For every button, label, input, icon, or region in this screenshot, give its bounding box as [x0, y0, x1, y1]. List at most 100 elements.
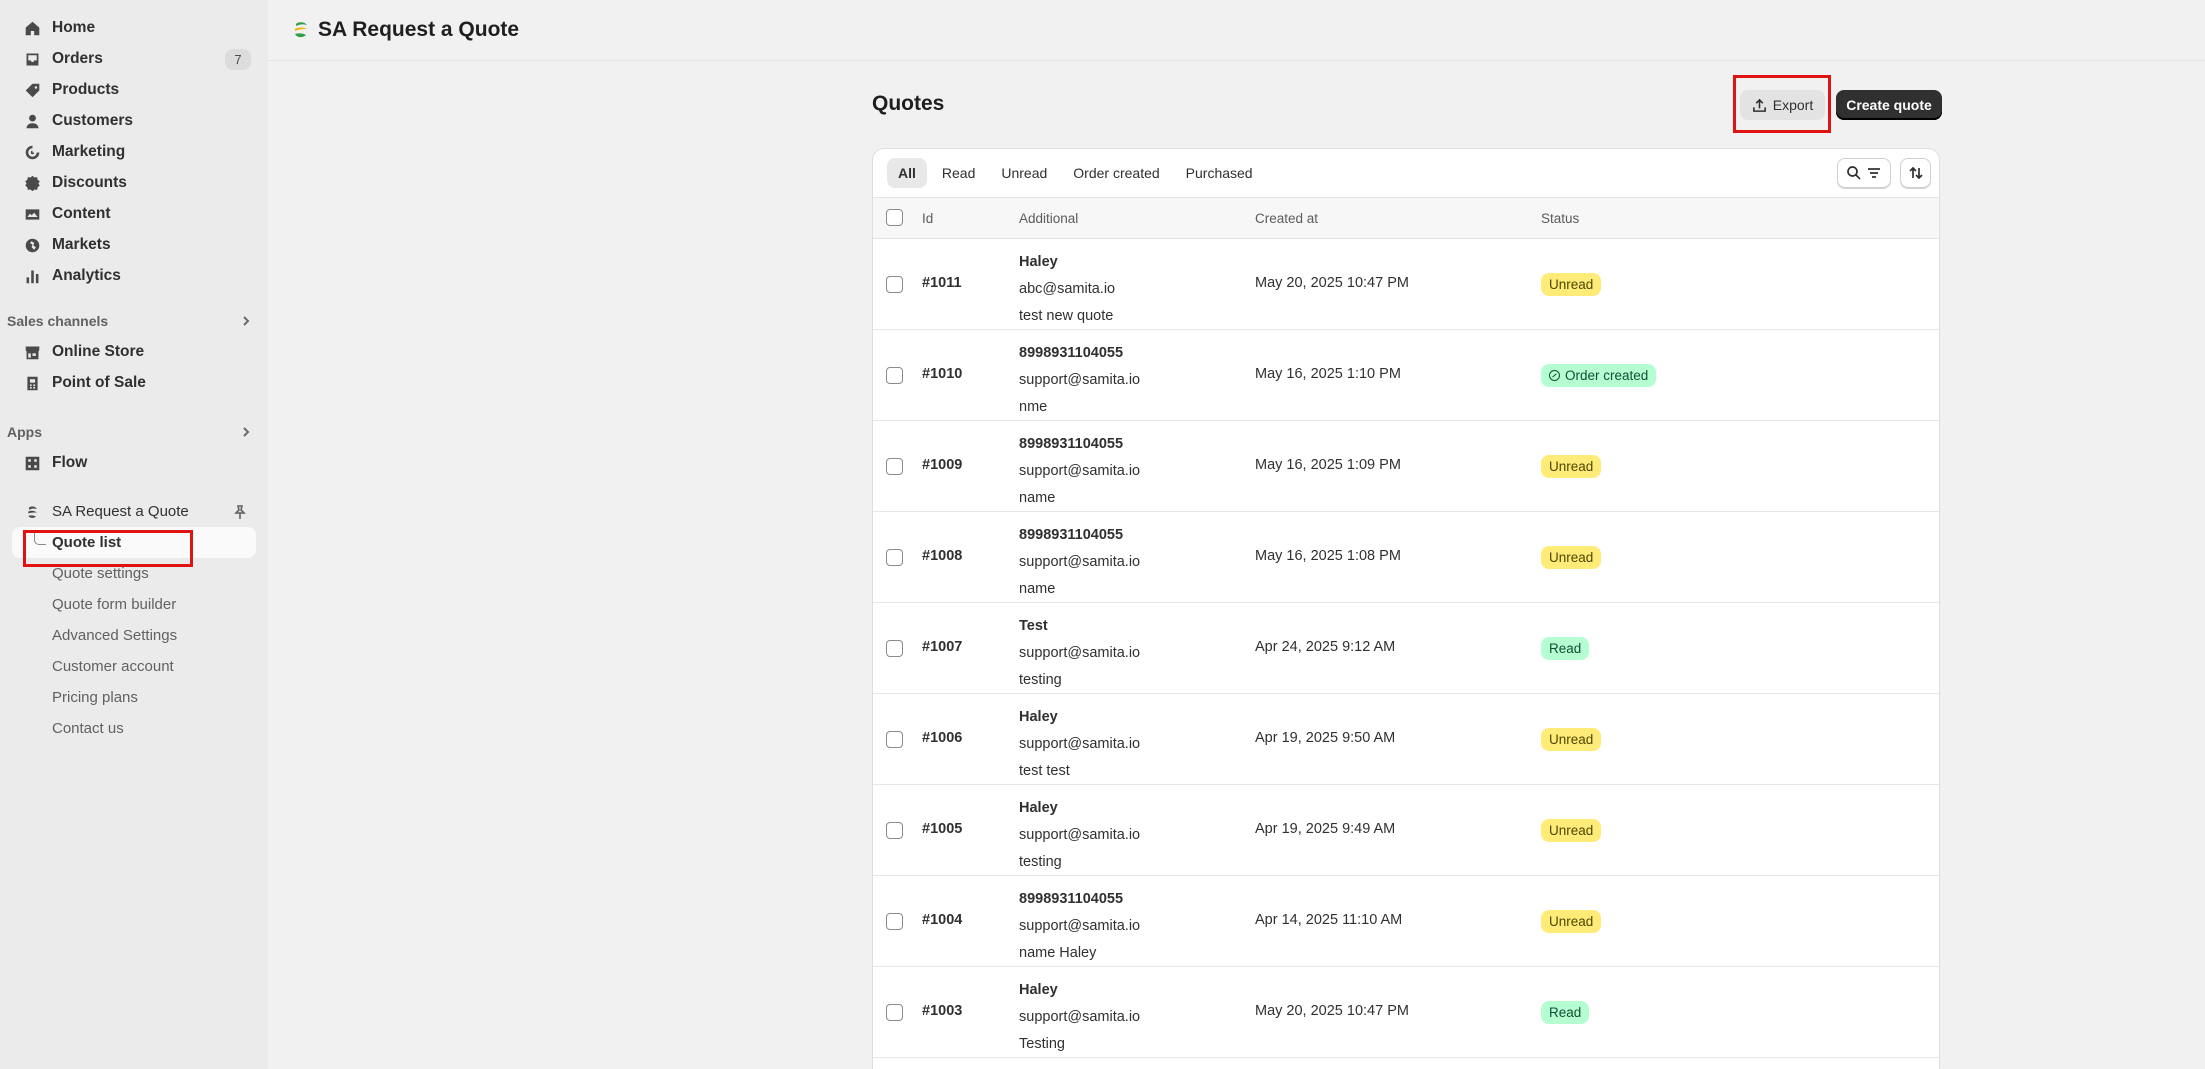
- tab-purchased[interactable]: Purchased: [1175, 158, 1264, 188]
- pin-icon[interactable]: [232, 504, 248, 520]
- tab-read[interactable]: Read: [931, 158, 986, 188]
- nav-analytics-label: Analytics: [52, 266, 121, 284]
- sub-pricing-plans[interactable]: Pricing plans: [12, 682, 256, 713]
- sales-channels-label: Sales channels: [7, 313, 109, 329]
- home-icon: [23, 19, 41, 37]
- search-icon: [1847, 166, 1861, 180]
- row-checkbox[interactable]: [886, 822, 903, 839]
- sub-advanced-settings-label: Advanced Settings: [52, 627, 178, 644]
- row-checkbox[interactable]: [886, 640, 903, 657]
- sub-customer-account[interactable]: Customer account: [12, 651, 256, 682]
- column-id: Id: [922, 211, 934, 226]
- sort-button[interactable]: [1900, 158, 1931, 188]
- nav-flow[interactable]: Flow: [12, 447, 256, 478]
- status-badge: Read: [1541, 1001, 1590, 1024]
- nav-online-store[interactable]: Online Store: [12, 336, 256, 367]
- row-checkbox[interactable]: [886, 1004, 903, 1021]
- status-badge: Unread: [1541, 273, 1602, 296]
- nav-customers[interactable]: Customers: [12, 105, 256, 136]
- nav-discounts[interactable]: Discounts: [12, 167, 256, 198]
- additional-info: 8998931104055 support@samita.io name Hal…: [1019, 886, 1140, 967]
- quote-note: test new quote: [1019, 308, 1114, 324]
- table-header: Id Additional Created at Status: [873, 198, 1939, 239]
- nav-point-of-sale[interactable]: Point of Sale: [12, 367, 256, 398]
- row-checkbox[interactable]: [886, 549, 903, 566]
- created-at: Apr 14, 2025 11:10 AM: [1255, 912, 1403, 928]
- discount-icon: [23, 174, 41, 192]
- table-row[interactable]: #1005 Haley support@samita.io testing Ap…: [873, 785, 1939, 876]
- quote-id: #1003: [922, 1003, 963, 1019]
- sub-quote-form-builder[interactable]: Quote form builder: [12, 589, 256, 620]
- quote-note: Testing: [1019, 1036, 1065, 1052]
- row-checkbox[interactable]: [886, 913, 903, 930]
- table-row[interactable]: #1004 8998931104055 support@samita.io na…: [873, 876, 1939, 967]
- bar-chart-icon: [23, 267, 41, 285]
- additional-info: 8998931104055 support@samita.io nme: [1019, 340, 1140, 421]
- chevron-right-icon: [239, 425, 253, 439]
- export-button[interactable]: Export: [1740, 90, 1825, 120]
- customer-email: support@samita.io: [1019, 372, 1141, 388]
- tab-unread[interactable]: Unread: [990, 158, 1058, 188]
- created-at: May 16, 2025 1:10 PM: [1255, 366, 1401, 382]
- orders-count-badge: 7: [225, 49, 251, 70]
- sub-advanced-settings[interactable]: Advanced Settings: [12, 620, 256, 651]
- table-row[interactable]: #1010 8998931104055 support@samita.io nm…: [873, 330, 1939, 421]
- store-icon: [23, 343, 41, 361]
- row-checkbox[interactable]: [886, 731, 903, 748]
- created-at: Apr 19, 2025 9:50 AM: [1255, 730, 1396, 746]
- tab-order-created[interactable]: Order created: [1062, 158, 1170, 188]
- quote-note: nme: [1019, 399, 1048, 415]
- nav-orders[interactable]: Orders 7: [12, 43, 256, 74]
- sales-channels-heading[interactable]: Sales channels: [7, 306, 256, 336]
- tab-all[interactable]: All: [887, 158, 927, 188]
- row-checkbox[interactable]: [886, 367, 903, 384]
- apps-label: Apps: [7, 424, 42, 440]
- column-additional: Additional: [1019, 211, 1079, 226]
- tag-icon: [23, 81, 41, 99]
- sub-contact-us[interactable]: Contact us: [12, 713, 256, 744]
- nav-content[interactable]: Content: [12, 198, 256, 229]
- table-row[interactable]: #1007 Test support@samita.io testing Apr…: [873, 603, 1939, 694]
- app-logo-icon: [23, 503, 41, 521]
- apps-heading[interactable]: Apps: [7, 417, 256, 447]
- target-icon: [23, 143, 41, 161]
- quote-note: name Haley: [1019, 945, 1097, 961]
- create-quote-button[interactable]: Create quote: [1836, 90, 1942, 120]
- table-row[interactable]: #1006 Haley support@samita.io test test …: [873, 694, 1939, 785]
- search-filter-button[interactable]: [1837, 158, 1891, 188]
- nav-marketing[interactable]: Marketing: [12, 136, 256, 167]
- table-row[interactable]: #1009 8998931104055 support@samita.io na…: [873, 421, 1939, 512]
- customer-name: 8998931104055: [1019, 527, 1124, 543]
- created-at: May 20, 2025 10:47 PM: [1255, 275, 1409, 291]
- nav-analytics[interactable]: Analytics: [12, 260, 256, 291]
- created-at: Apr 19, 2025 9:49 AM: [1255, 821, 1396, 837]
- nav-marketing-label: Marketing: [52, 142, 126, 160]
- additional-info: 8998931104055 support@samita.io name: [1019, 431, 1140, 512]
- row-checkbox[interactable]: [886, 276, 903, 293]
- status-badge: Unread: [1541, 910, 1602, 933]
- quote-id: #1010: [922, 366, 963, 382]
- select-all-checkbox[interactable]: [886, 209, 903, 226]
- quote-note: testing: [1019, 672, 1062, 688]
- sort-icon: [1908, 166, 1923, 180]
- sub-quote-form-builder-label: Quote form builder: [52, 596, 177, 613]
- nav-home-label: Home: [52, 18, 96, 36]
- nav-sa-request-a-quote[interactable]: SA Request a Quote: [12, 496, 256, 527]
- quote-note: name: [1019, 490, 1056, 506]
- sub-quote-settings[interactable]: Quote settings: [12, 558, 256, 589]
- quote-id: #1008: [922, 548, 963, 564]
- table-row[interactable]: #1008 8998931104055 support@samita.io na…: [873, 512, 1939, 603]
- pos-icon: [23, 374, 41, 392]
- sub-pricing-plans-label: Pricing plans: [52, 689, 138, 706]
- table-row[interactable]: #1011 Haley abc@samita.io test new quote…: [873, 239, 1939, 330]
- quote-id: #1011: [922, 275, 962, 291]
- quote-note: testing: [1019, 854, 1062, 870]
- sub-quote-list[interactable]: Quote list: [12, 527, 256, 558]
- nav-home[interactable]: Home: [12, 12, 256, 43]
- chevron-right-icon: [239, 314, 253, 328]
- row-checkbox[interactable]: [886, 458, 903, 475]
- table-row[interactable]: #1003 Haley support@samita.io Testing Ma…: [873, 967, 1939, 1058]
- nav-products[interactable]: Products: [12, 74, 256, 105]
- nav-markets[interactable]: Markets: [12, 229, 256, 260]
- upload-icon: [1752, 98, 1766, 112]
